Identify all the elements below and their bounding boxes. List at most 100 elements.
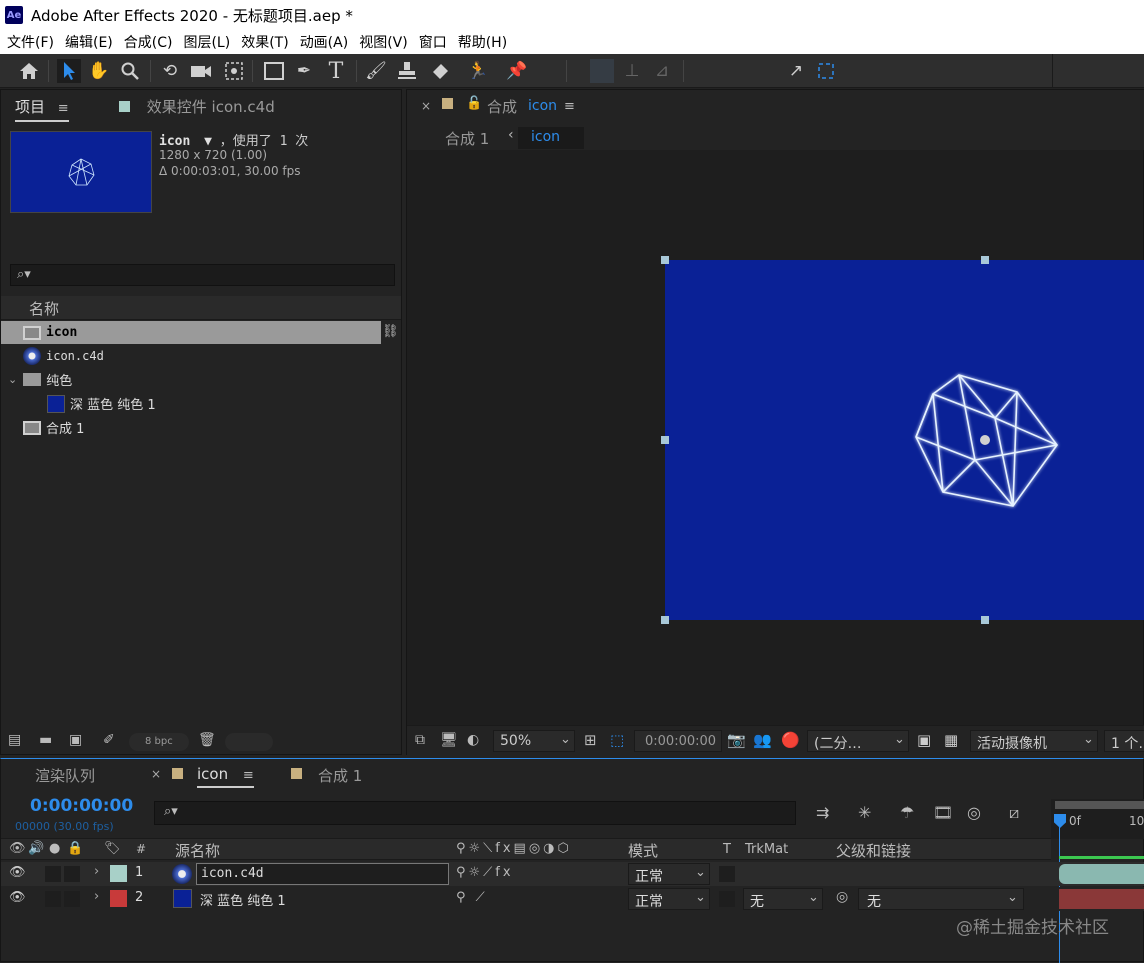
- snapping-icon[interactable]: ↗: [784, 59, 808, 83]
- local-axis-icon[interactable]: [590, 59, 614, 83]
- column-name[interactable]: 名称: [29, 298, 59, 319]
- bpc-button[interactable]: 8 bpc: [129, 733, 189, 751]
- eye-icon[interactable]: 👁: [9, 865, 26, 880]
- fast-previews-icon[interactable]: ▣: [917, 731, 931, 749]
- project-item-comp1[interactable]: 合成 1: [1, 416, 84, 439]
- snap-bounds-icon[interactable]: [814, 59, 838, 83]
- tab-icon-timeline[interactable]: icon ≡: [197, 765, 254, 788]
- layer-label-color[interactable]: [110, 865, 127, 882]
- rectangle-tool-icon[interactable]: [262, 59, 286, 83]
- usage-dropdown-icon[interactable]: ▼: [204, 134, 212, 149]
- monitor-icon[interactable]: 🖥: [440, 732, 458, 748]
- menu-edit[interactable]: 编辑(E): [65, 32, 113, 52]
- pan-behind-tool-icon[interactable]: [222, 59, 246, 83]
- mask-visibility-icon[interactable]: ◐: [467, 732, 479, 748]
- resolution-select[interactable]: (二分… ⌄: [807, 730, 909, 752]
- lock-toggle[interactable]: [64, 891, 80, 907]
- project-item-folder[interactable]: ⌄ 纯色: [1, 368, 72, 391]
- clone-stamp-tool-icon[interactable]: [395, 59, 419, 83]
- rotate-tool-icon[interactable]: ⟲: [158, 59, 182, 83]
- transform-handle[interactable]: [661, 256, 669, 264]
- eye-icon[interactable]: 👁: [9, 841, 26, 856]
- layer-duration-bar[interactable]: [1059, 864, 1144, 884]
- grid-guides-icon[interactable]: ⊞: [584, 731, 597, 749]
- layer-row-1[interactable]: 👁 › 1 icon.c4d ⚲☼⟋fx 正常 ⌄: [1, 856, 1144, 886]
- draft-3d-icon[interactable]: ✳: [858, 803, 871, 822]
- menu-window[interactable]: 窗口: [419, 32, 447, 52]
- viewer-timecode[interactable]: 0:00:00:00: [634, 730, 722, 752]
- timeline-timecode[interactable]: 0:00:00:00: [30, 796, 133, 816]
- project-search-input[interactable]: [10, 264, 395, 286]
- project-item-c4d[interactable]: icon.c4d: [1, 344, 104, 367]
- eye-icon[interactable]: 👁: [9, 890, 26, 905]
- lock-toggle[interactable]: [64, 866, 80, 882]
- home-icon[interactable]: [17, 59, 41, 83]
- graph-editor-icon[interactable]: ⧄: [1009, 803, 1019, 823]
- menu-animation[interactable]: 动画(A): [300, 32, 349, 52]
- parent-select[interactable]: 无 ⌄: [858, 888, 1024, 910]
- flowchart-icon[interactable]: ⛓: [382, 324, 399, 339]
- layer-name[interactable]: 深 蓝色 纯色 1: [200, 890, 286, 909]
- frame-blending-icon[interactable]: 🎞: [933, 803, 953, 822]
- shy-layers-icon[interactable]: ☂: [900, 803, 914, 822]
- preview-icon[interactable]: ⧉: [415, 732, 425, 748]
- solo-toggle[interactable]: [45, 891, 61, 907]
- transform-handle[interactable]: [661, 436, 669, 444]
- hand-tool-icon[interactable]: ✋: [87, 59, 111, 83]
- layer-switches[interactable]: ⚲ ⟋: [456, 890, 488, 905]
- close-tab-icon[interactable]: ×: [421, 99, 431, 113]
- solo-icon[interactable]: ●: [49, 841, 60, 856]
- type-tool-icon[interactable]: T: [324, 59, 348, 84]
- tab-comp1-timeline[interactable]: 合成 1: [318, 765, 362, 786]
- show-snapshot-icon[interactable]: 👥: [753, 731, 772, 749]
- transparency-grid-icon[interactable]: ▦: [944, 731, 958, 749]
- solo-toggle[interactable]: [45, 866, 61, 882]
- menu-file[interactable]: 文件(F): [7, 32, 54, 52]
- layer-duration-bar[interactable]: [1059, 889, 1144, 909]
- transform-handle[interactable]: [661, 616, 669, 624]
- project-item-solid[interactable]: 深 蓝色 纯色 1: [1, 392, 156, 415]
- tab-menu-icon[interactable]: ≡: [564, 99, 575, 114]
- preserve-transparency-toggle[interactable]: [719, 866, 735, 882]
- tab-render-queue[interactable]: 渲染队列: [35, 765, 95, 786]
- lock-icon[interactable]: 🔓: [466, 96, 482, 111]
- region-of-interest-icon[interactable]: ⬚: [610, 731, 624, 749]
- tab-menu-icon[interactable]: ≡: [58, 101, 69, 116]
- timeline-search-input[interactable]: [154, 801, 796, 825]
- scrollbar-handle[interactable]: [225, 733, 273, 751]
- column-source-name[interactable]: 源名称: [175, 840, 220, 861]
- comp-flowchart-icon[interactable]: ⇉: [816, 803, 829, 822]
- project-item-icon-comp[interactable]: icon: [1, 321, 381, 344]
- layer-name-field[interactable]: icon.c4d: [196, 863, 449, 885]
- brush-tool-icon[interactable]: 🖌: [364, 59, 388, 83]
- menu-composition[interactable]: 合成(C): [124, 32, 173, 52]
- adjust-settings-icon[interactable]: ✐: [103, 732, 115, 748]
- tab-project[interactable]: 项目 ≡: [15, 96, 69, 122]
- close-tab-icon[interactable]: ×: [151, 767, 161, 781]
- magnification-select[interactable]: 50% ⌄: [493, 730, 575, 752]
- menu-help[interactable]: 帮助(H): [458, 32, 507, 52]
- transform-handle[interactable]: [981, 256, 989, 264]
- new-composition-icon[interactable]: ▣: [69, 732, 82, 748]
- trash-icon[interactable]: 🗑: [198, 732, 216, 748]
- expand-chevron-icon[interactable]: ›: [94, 864, 99, 879]
- tab-menu-icon[interactable]: ≡: [243, 768, 254, 783]
- column-mode[interactable]: 模式: [628, 840, 658, 861]
- menu-view[interactable]: 视图(V): [359, 32, 408, 52]
- audio-icon[interactable]: 🔊: [28, 841, 44, 856]
- pen-tool-icon[interactable]: ✒: [292, 59, 316, 83]
- chevron-down-icon[interactable]: ⌄: [8, 373, 17, 386]
- pick-whip-icon[interactable]: ◎: [836, 889, 848, 905]
- roto-brush-tool-icon[interactable]: 🏃: [466, 59, 490, 83]
- menu-effect[interactable]: 效果(T): [241, 32, 288, 52]
- world-axis-icon[interactable]: ⊥: [620, 59, 644, 83]
- motion-blur-icon[interactable]: ◎: [967, 803, 981, 822]
- layer-label-color[interactable]: [110, 890, 127, 907]
- zoom-tool-icon[interactable]: [118, 59, 142, 83]
- work-area-bar[interactable]: [1055, 801, 1144, 809]
- view-axis-icon[interactable]: ⊿: [650, 59, 674, 83]
- comp-tab-prefix[interactable]: 合成: [487, 96, 517, 117]
- label-tag-icon[interactable]: 🏷: [104, 841, 121, 856]
- tab-effect-controls[interactable]: 效果控件 icon.c4d: [119, 96, 275, 117]
- trkmat-select[interactable]: 无 ⌄: [743, 888, 823, 910]
